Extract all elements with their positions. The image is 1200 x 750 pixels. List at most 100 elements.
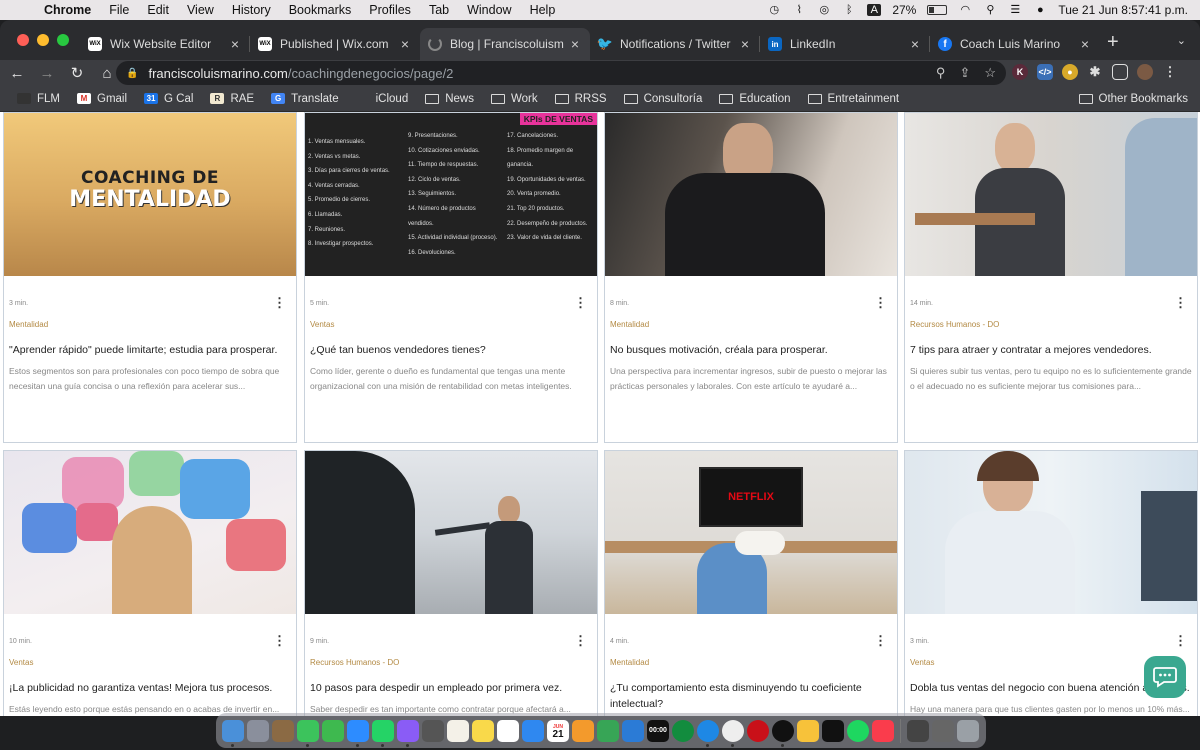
bookmark-flm[interactable]: FLM — [17, 93, 60, 105]
tab-twitter[interactable]: 🐦 Notifications / Twitter × — [590, 28, 760, 60]
trash-icon[interactable] — [957, 719, 979, 742]
facetime-icon[interactable] — [322, 719, 344, 742]
circle-app-icon[interactable] — [772, 719, 794, 747]
chat-widget-button[interactable] — [1144, 656, 1186, 698]
airdrop-icon[interactable]: ◎ — [817, 4, 831, 16]
menu-tab[interactable]: Tab — [429, 3, 449, 17]
post-title[interactable]: 10 pasos para despedir un empleado por p… — [310, 680, 590, 696]
bookmark-folder-education[interactable]: Education — [719, 93, 791, 105]
zoom-window-button[interactable] — [57, 34, 69, 46]
keynote-icon[interactable] — [622, 719, 644, 742]
clock-app-icon[interactable]: 00:00 — [647, 719, 669, 742]
music-icon[interactable] — [872, 719, 894, 742]
documents-stack-icon[interactable] — [932, 719, 954, 742]
post-card[interactable]: NETFLIX 4 min. ⋮ Mentalidad ¿Tu comporta… — [604, 450, 898, 716]
messenger-icon[interactable] — [397, 719, 419, 747]
extension-k-icon[interactable]: K — [1012, 64, 1028, 80]
menu-profiles[interactable]: Profiles — [369, 3, 411, 17]
post-category[interactable]: Mentalidad — [9, 320, 48, 329]
tab-facebook[interactable]: f Coach Luis Marino × — [930, 28, 1100, 60]
post-category[interactable]: Mentalidad — [610, 320, 649, 329]
time-machine-icon[interactable]: ◷ — [767, 4, 781, 16]
post-card[interactable]: 9 min. ⋮ Recursos Humanos - DO 10 pasos … — [304, 450, 598, 716]
forward-button[interactable]: → — [34, 65, 60, 82]
post-card[interactable]: 8 min. ⋮ Mentalidad No busques motivació… — [604, 112, 898, 443]
zoom-icon[interactable] — [347, 719, 369, 747]
bookmark-rae[interactable]: R RAE — [210, 93, 254, 105]
bluetooth-icon[interactable]: ᛒ — [842, 4, 856, 16]
more-options-icon[interactable]: ⋮ — [1174, 634, 1187, 648]
whatsapp-business-icon[interactable] — [672, 719, 694, 742]
input-source-icon[interactable]: A — [867, 4, 882, 16]
post-title[interactable]: ¡La publicidad no garantiza ventas! Mejo… — [9, 680, 289, 696]
calendar-icon[interactable]: JUN 21 — [547, 719, 569, 742]
more-options-icon[interactable]: ⋮ — [874, 634, 887, 648]
post-card[interactable]: 10 min. ⋮ Ventas ¡La publicidad no garan… — [3, 450, 297, 716]
bookmark-folder-work[interactable]: Work — [490, 93, 538, 105]
bookmark-folder-news[interactable]: News — [425, 93, 474, 105]
close-tab-icon[interactable]: × — [398, 36, 412, 52]
post-category[interactable]: Ventas — [310, 320, 334, 329]
minimize-window-button[interactable] — [37, 34, 49, 46]
close-tab-icon[interactable]: × — [1078, 36, 1092, 52]
messages-icon[interactable] — [297, 719, 319, 747]
menu-history[interactable]: History — [232, 3, 271, 17]
more-options-icon[interactable]: ⋮ — [574, 634, 587, 648]
control-center-icon[interactable]: ☰ — [1008, 4, 1022, 16]
bookmark-folder-consultoria[interactable]: Consultoría — [623, 93, 702, 105]
stickies-icon[interactable] — [472, 719, 494, 742]
mail-icon[interactable] — [522, 719, 544, 742]
spotlight-icon[interactable]: ⚲ — [983, 4, 997, 16]
close-window-button[interactable] — [17, 34, 29, 46]
menu-edit[interactable]: Edit — [147, 3, 169, 17]
post-title[interactable]: 7 tips para atraer y contratar a mejores… — [910, 342, 1190, 358]
siri-icon[interactable]: ● — [1033, 4, 1047, 16]
menu-view[interactable]: View — [187, 3, 214, 17]
tab-linkedin[interactable]: in LinkedIn × — [760, 28, 930, 60]
post-category[interactable]: Mentalidad — [610, 658, 649, 667]
extension-coin-icon[interactable]: ● — [1062, 64, 1078, 80]
new-tab-button[interactable]: + — [1107, 32, 1119, 52]
photos-icon[interactable] — [797, 719, 819, 742]
safari-icon[interactable] — [697, 719, 719, 747]
extensions-puzzle-icon[interactable]: ✱ — [1087, 64, 1103, 80]
tab-wix-editor[interactable]: WiX Wix Website Editor × — [80, 28, 250, 60]
close-tab-icon[interactable]: × — [908, 36, 922, 52]
bookmark-translate[interactable]: G Translate — [271, 93, 339, 105]
bookmark-icloud[interactable]: iCloud — [356, 93, 409, 105]
post-title[interactable]: "Aprender rápido" puede limitarte; estud… — [9, 342, 289, 358]
close-tab-icon[interactable]: × — [738, 36, 752, 52]
bookmark-star-icon[interactable]: ☆ — [984, 65, 996, 81]
wifi-icon[interactable]: ◠ — [958, 4, 972, 16]
post-image-social-media[interactable] — [4, 451, 296, 614]
more-options-icon[interactable]: ⋮ — [273, 634, 286, 648]
downloads-stack-icon[interactable] — [907, 719, 929, 742]
bookmark-gcal[interactable]: 31 G Cal — [144, 93, 193, 105]
opera-icon[interactable] — [747, 719, 769, 742]
menu-help[interactable]: Help — [530, 3, 556, 17]
more-options-icon[interactable]: ⋮ — [574, 296, 587, 310]
post-category[interactable]: Ventas — [910, 658, 934, 667]
bookmark-folder-rrss[interactable]: RRSS — [554, 93, 607, 105]
sidebar-icon[interactable] — [1112, 64, 1128, 80]
zoom-icon[interactable]: ⚲ — [936, 65, 946, 81]
post-category[interactable]: Recursos Humanos - DO — [910, 320, 999, 329]
share-icon[interactable]: ⇪ — [959, 65, 970, 81]
post-image-businessman[interactable] — [605, 113, 897, 276]
post-card[interactable]: COACHING DE MENTALIDAD 3 min. ⋮ Mentalid… — [3, 112, 297, 443]
finder-icon[interactable] — [222, 719, 244, 747]
post-category[interactable]: Recursos Humanos - DO — [310, 658, 399, 667]
address-bar[interactable]: 🔒 franciscoluismarino.com/coachingdenego… — [116, 61, 1006, 85]
post-title[interactable]: ¿Tu comportamiento esta disminuyendo tu … — [610, 680, 890, 712]
numbers-icon[interactable] — [597, 719, 619, 742]
bookmark-folder-entretainment[interactable]: Entretainment — [807, 93, 899, 105]
more-options-icon[interactable]: ⋮ — [874, 296, 887, 310]
post-card[interactable]: KPIs DE VENTAS 1. Ventas mensuales. 2. Ve… — [304, 112, 598, 443]
post-image-kpis[interactable]: KPIs DE VENTAS 1. Ventas mensuales. 2. Ve… — [305, 113, 597, 276]
menu-file[interactable]: File — [109, 3, 129, 17]
close-tab-icon[interactable]: × — [568, 36, 582, 52]
post-title[interactable]: ¿Qué tan buenos vendedores tienes? — [310, 342, 590, 358]
back-button[interactable]: ← — [4, 65, 30, 82]
menubar-clock[interactable]: Tue 21 Jun 8:57:41 p.m. — [1058, 3, 1188, 17]
tab-blog-active[interactable]: Blog | Franciscoluismarino × — [420, 28, 590, 60]
